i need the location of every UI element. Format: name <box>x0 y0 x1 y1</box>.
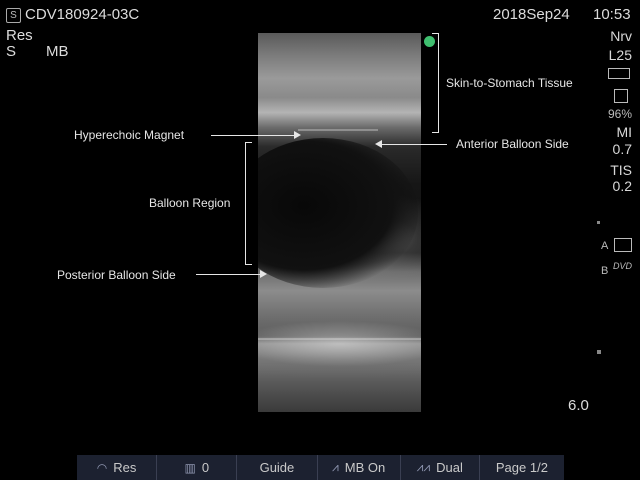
anterior-arrow-head-icon <box>375 140 382 148</box>
disk-icon <box>614 89 628 103</box>
echo-streak <box>298 129 378 131</box>
tis-label: TIS <box>610 162 632 178</box>
posterior-arrow <box>196 274 260 275</box>
echo-streak <box>258 338 421 340</box>
skin-to-stomach-label: Skin-to-Stomach Tissue <box>446 76 573 90</box>
hyperechoic-magnet-label: Hyperechoic Magnet <box>74 128 185 142</box>
bottom-toolbar: ◠ Res ▥ 0 Guide ⩘ MB On ⩘⩘ Dual Page 1/2 <box>77 455 564 480</box>
mi-value: 0.7 <box>612 141 632 157</box>
guide-button[interactable]: Guide <box>237 455 318 480</box>
anterior-balloon-label: Anterior Balloon Side <box>456 137 569 151</box>
scale-dot <box>597 221 600 224</box>
balloon-region-label: Balloon Region <box>149 196 231 210</box>
probe-wave-icon: ◠ <box>96 460 108 475</box>
mb-triangle-icon: ⩘ <box>331 460 339 474</box>
printer-a-label: A <box>601 240 609 252</box>
bars-icon: ▥ <box>184 460 196 475</box>
page-button[interactable]: Page 1/2 <box>480 455 564 480</box>
mi-label: MI <box>616 124 632 140</box>
tis-value: 0.2 <box>612 178 632 194</box>
dual-button-label: Dual <box>436 460 463 475</box>
exam-id: CDV180924-03C <box>25 6 140 23</box>
sonosite-logo-icon: S <box>6 8 21 23</box>
mode-mb-label: MB <box>46 43 69 60</box>
anterior-arrow <box>382 144 447 145</box>
probe-label: L25 <box>608 47 632 63</box>
posterior-balloon-label: Posterior Balloon Side <box>57 268 176 282</box>
res-button[interactable]: ◠ Res <box>77 455 158 480</box>
dual-button[interactable]: ⩘⩘ Dual <box>401 455 480 480</box>
battery-percent: 96% <box>607 107 632 121</box>
dual-icon: ⩘⩘ <box>416 460 431 474</box>
mode-s-label: S <box>6 43 17 60</box>
magnet-arrow <box>211 135 294 136</box>
mb-on-button[interactable]: ⩘ MB On <box>318 455 401 480</box>
ultrasound-image[interactable] <box>258 33 421 412</box>
battery-icon <box>608 68 630 79</box>
posterior-arrow-head-icon <box>260 270 267 278</box>
skin-to-stomach-bracket <box>432 33 439 133</box>
exam-type-label: Nrv <box>610 28 632 44</box>
res-button-label: Res <box>113 460 137 475</box>
exam-time: 10:53 <box>593 6 631 23</box>
balloon-hypoechoic-area <box>258 138 418 288</box>
printer-icon <box>614 238 632 252</box>
resolution-label: Res <box>6 27 33 44</box>
page-button-label: Page 1/2 <box>495 460 548 475</box>
dvd-icon: DVD <box>613 261 633 271</box>
gain-button[interactable]: ▥ 0 <box>157 455 238 480</box>
exam-date: 2018Sep24 <box>493 6 570 23</box>
magnet-arrow-head-icon <box>294 131 301 139</box>
balloon-region-bracket <box>245 142 252 265</box>
depth-value: 6.0 <box>568 397 589 414</box>
gain-button-label: 0 <box>201 460 210 475</box>
printer-b-label: B <box>601 265 609 277</box>
scale-dot <box>597 350 601 354</box>
guide-button-label: Guide <box>259 460 295 475</box>
mb-on-button-label: MB On <box>344 460 386 475</box>
